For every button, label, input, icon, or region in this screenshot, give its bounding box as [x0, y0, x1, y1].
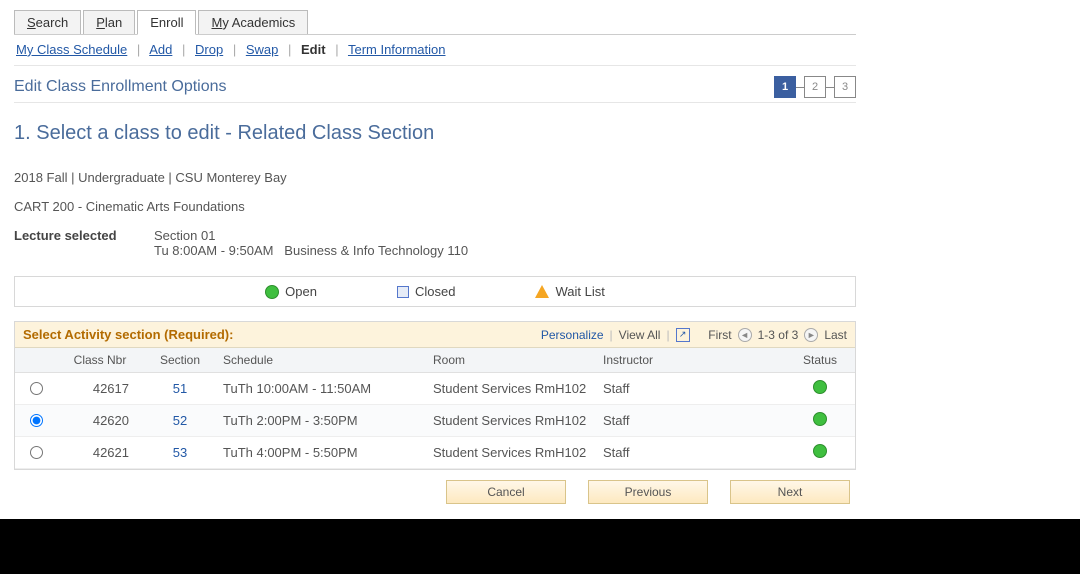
status-open-icon: [813, 412, 827, 426]
lecture-section: Section 01: [154, 228, 468, 243]
col-schedule: Schedule: [215, 348, 425, 373]
room-cell: Student Services RmH102: [425, 405, 595, 437]
step-3: 3: [834, 76, 856, 98]
section-link[interactable]: 52: [173, 413, 187, 428]
legend-open: Open: [265, 284, 317, 299]
class-table: Class Nbr Section Schedule Room Instruct…: [15, 348, 855, 469]
subnav-add[interactable]: Add: [149, 42, 172, 57]
button-row: Cancel Previous Next: [14, 470, 856, 510]
personalize-link[interactable]: Personalize: [541, 328, 604, 342]
open-icon: [265, 285, 279, 299]
lecture-selected-info: Section 01 Tu 8:00AM - 9:50AM Business &…: [154, 228, 468, 258]
legend-wait-label: Wait List: [555, 284, 604, 299]
tab-plan[interactable]: Plan: [83, 10, 135, 34]
step-2: 2: [804, 76, 826, 98]
lecture-selected-label: Lecture selected: [14, 228, 154, 258]
schedule-cell: TuTh 4:00PM - 5:50PM: [215, 437, 425, 469]
prev-page-icon[interactable]: ◄: [738, 328, 752, 342]
class-nbr-cell: 42617: [55, 373, 145, 405]
col-section: Section: [145, 348, 215, 373]
lecture-schedule: Tu 8:00AM - 9:50AM Business & Info Techn…: [154, 243, 468, 258]
table-row: 42620 52 TuTh 2:00PM - 3:50PMStudent Servi…: [15, 405, 855, 437]
col-instructor: Instructor: [595, 348, 785, 373]
last-link[interactable]: Last: [824, 328, 847, 342]
legend-closed: Closed: [397, 284, 455, 299]
next-button[interactable]: Next: [730, 480, 850, 504]
subnav-drop[interactable]: Drop: [195, 42, 223, 57]
grid-title: Select Activity section (Required):: [23, 327, 233, 342]
tab-my-academics[interactable]: My Academics: [198, 10, 308, 34]
legend-closed-label: Closed: [415, 284, 455, 299]
step-connector: [796, 87, 804, 88]
cancel-button[interactable]: Cancel: [446, 480, 566, 504]
select-radio[interactable]: [30, 446, 43, 459]
legend: Open Closed Wait List: [14, 276, 856, 307]
grid-tools: Personalize | View All | ↗ First ◄ 1-3 o…: [541, 328, 847, 342]
col-class-nbr: Class Nbr: [55, 348, 145, 373]
section-link[interactable]: 51: [173, 381, 187, 396]
status-open-icon: [813, 444, 827, 458]
step-1: 1: [774, 76, 796, 98]
subnav-my-class-schedule[interactable]: My Class Schedule: [16, 42, 127, 57]
col-status: Status: [785, 348, 855, 373]
instructor-cell: Staff: [595, 373, 785, 405]
select-radio[interactable]: [30, 382, 43, 395]
step-connector: [826, 87, 834, 88]
tab-search[interactable]: Search: [14, 10, 81, 34]
main-tabs: Search Plan Enroll My Academics: [14, 9, 856, 35]
term-line: 2018 Fall | Undergraduate | CSU Monterey…: [14, 170, 856, 185]
class-nbr-cell: 42621: [55, 437, 145, 469]
tab-enroll[interactable]: Enroll: [137, 10, 196, 35]
subnav-term-information[interactable]: Term Information: [348, 42, 446, 57]
next-page-icon[interactable]: ►: [804, 328, 818, 342]
table-row: 42621 53 TuTh 4:00PM - 5:50PMStudent Servi…: [15, 437, 855, 469]
schedule-cell: TuTh 10:00AM - 11:50AM: [215, 373, 425, 405]
stepper: 1 2 3: [774, 76, 856, 98]
section-link[interactable]: 53: [173, 445, 187, 460]
legend-open-label: Open: [285, 284, 317, 299]
black-strip: [0, 519, 1080, 574]
first-link[interactable]: First: [708, 328, 731, 342]
table-row: 42617 51 TuTh 10:00AM - 11:50AMStudent Ser…: [15, 373, 855, 405]
status-open-icon: [813, 380, 827, 394]
page-title: Edit Class Enrollment Options: [14, 72, 227, 102]
instructor-cell: Staff: [595, 437, 785, 469]
lecture-selected-row: Lecture selected Section 01 Tu 8:00AM - …: [14, 228, 856, 258]
previous-button[interactable]: Previous: [588, 480, 708, 504]
section-heading: 1. Select a class to edit - Related Clas…: [14, 121, 514, 146]
class-nbr-cell: 42620: [55, 405, 145, 437]
select-radio[interactable]: [30, 414, 43, 427]
course-line: CART 200 - Cinematic Arts Foundations: [14, 199, 856, 214]
room-cell: Student Services RmH102: [425, 373, 595, 405]
closed-icon: [397, 286, 409, 298]
subnav-swap[interactable]: Swap: [246, 42, 279, 57]
schedule-cell: TuTh 2:00PM - 3:50PM: [215, 405, 425, 437]
col-room: Room: [425, 348, 595, 373]
room-cell: Student Services RmH102: [425, 437, 595, 469]
sub-nav: My Class Schedule | Add | Drop | Swap | …: [14, 38, 856, 66]
popout-icon[interactable]: ↗: [676, 328, 690, 342]
subnav-edit: Edit: [301, 42, 326, 57]
activity-section-grid: Select Activity section (Required): Pers…: [14, 321, 856, 470]
instructor-cell: Staff: [595, 405, 785, 437]
view-all-link[interactable]: View All: [619, 328, 661, 342]
waitlist-icon: [535, 285, 549, 298]
range-text: 1-3 of 3: [758, 328, 799, 342]
legend-waitlist: Wait List: [535, 284, 604, 299]
